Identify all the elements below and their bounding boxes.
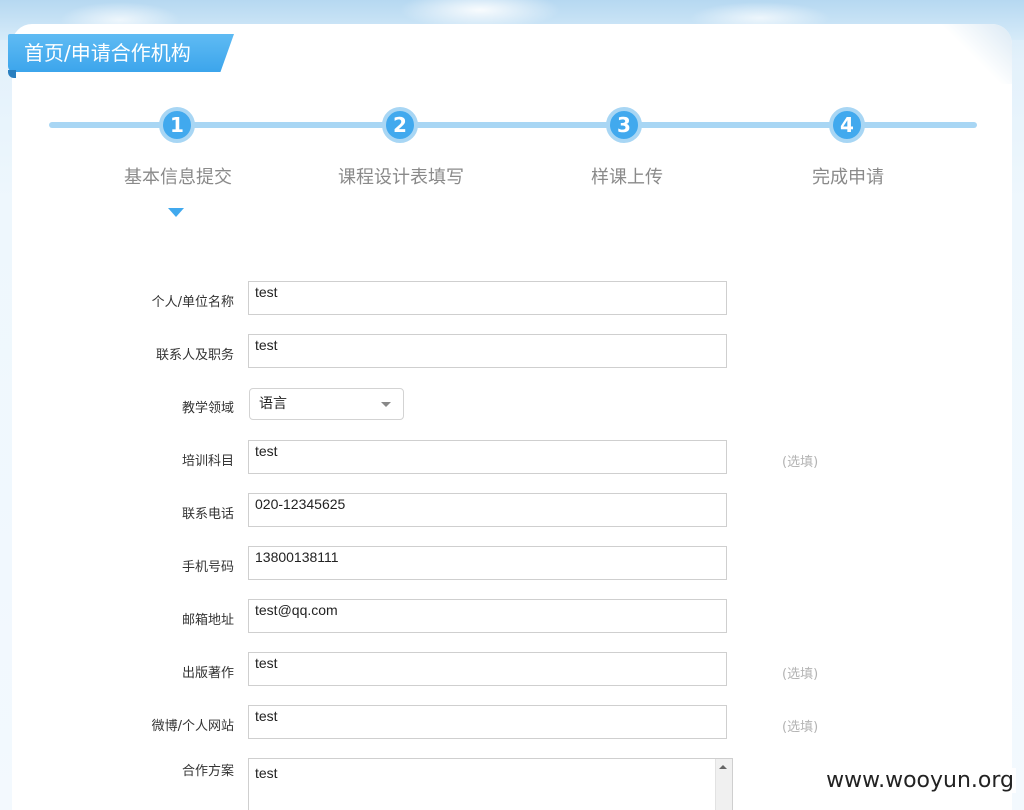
phone-label: 联系电话 <box>181 507 234 522</box>
step-4-label: 完成申请 <box>812 167 884 188</box>
teaching-field-label: 教学领域 <box>181 401 234 416</box>
teaching-field-select[interactable]: 语言 <box>249 388 404 420</box>
subject-optional-note: (选填) <box>782 455 819 470</box>
step-3-label: 样课上传 <box>591 167 663 188</box>
email-input[interactable]: test@qq.com <box>248 599 727 633</box>
teaching-field-selected: 语言 <box>259 396 287 412</box>
publications-label: 出版著作 <box>181 666 234 681</box>
phone-input[interactable]: 020-12345625 <box>248 493 727 527</box>
plan-textarea[interactable]: test <box>248 758 733 810</box>
mobile-label: 手机号码 <box>181 560 234 575</box>
publications-input[interactable]: test <box>248 652 727 686</box>
website-label: 微博/个人网站 <box>151 719 234 734</box>
plan-scrollbar[interactable] <box>715 759 732 810</box>
step-2-circle: 2 <box>382 107 418 143</box>
email-label: 邮箱地址 <box>181 613 234 628</box>
current-step-indicator-icon <box>168 208 184 217</box>
contact-input[interactable]: test <box>248 334 727 368</box>
step-1-label: 基本信息提交 <box>124 167 232 188</box>
subject-label: 培训科目 <box>181 454 234 469</box>
breadcrumb-fold <box>8 70 16 78</box>
step-1-circle: 1 <box>159 107 195 143</box>
publications-optional-note: (选填) <box>782 667 819 682</box>
step-3-circle: 3 <box>606 107 642 143</box>
website-input[interactable]: test <box>248 705 727 739</box>
website-optional-note: (选填) <box>782 720 819 735</box>
plan-label: 合作方案 <box>181 764 234 779</box>
content-panel <box>12 24 1012 810</box>
watermark: www.wooyun.org <box>824 768 1016 793</box>
chevron-down-icon <box>381 402 391 407</box>
mobile-input[interactable]: 13800138111 <box>248 546 727 580</box>
contact-label: 联系人及职务 <box>155 348 234 363</box>
subject-input[interactable]: test <box>248 440 727 474</box>
scroll-up-arrow-icon[interactable] <box>719 765 727 769</box>
step-2-label: 课程设计表填写 <box>338 167 464 188</box>
step-4-circle: 4 <box>829 107 865 143</box>
plan-text: test <box>255 765 278 781</box>
breadcrumb[interactable]: 首页/申请合作机构 <box>8 34 234 72</box>
name-input[interactable]: test <box>248 281 727 315</box>
page-curl-decoration <box>942 24 1012 84</box>
name-label: 个人/单位名称 <box>151 295 234 310</box>
